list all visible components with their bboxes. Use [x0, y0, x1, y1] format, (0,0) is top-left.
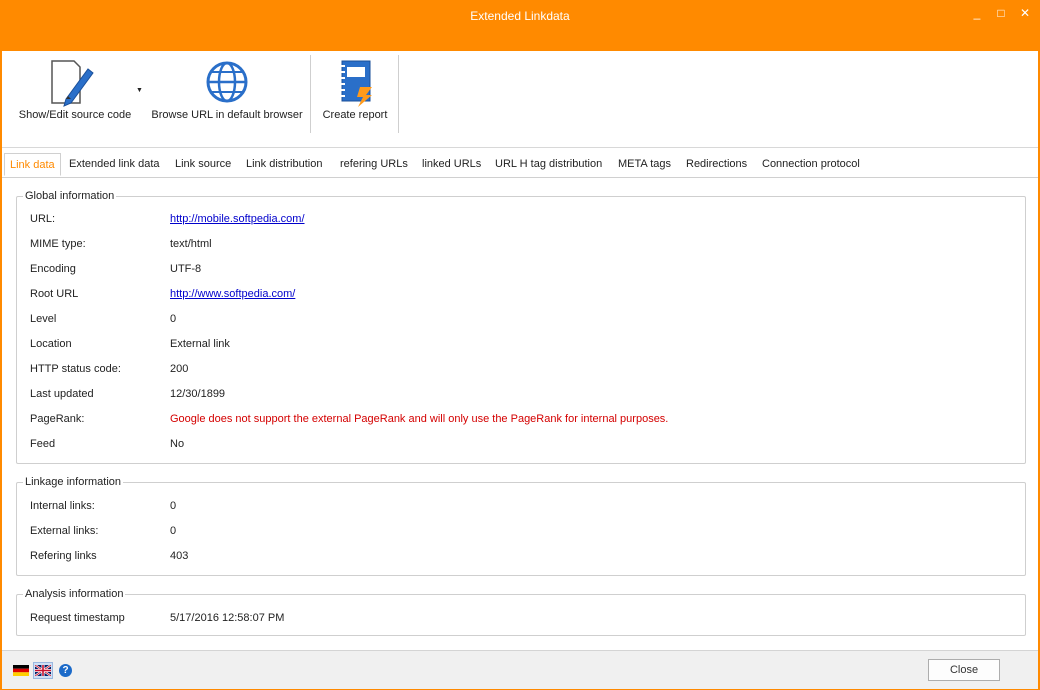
maximize-button[interactable]: □: [994, 6, 1008, 20]
create-report-label: Create report: [322, 109, 388, 121]
tab-link-source[interactable]: Link source: [175, 158, 231, 170]
row-value: 5/17/2016 12:58:07 PM: [170, 612, 285, 624]
row-key: Request timestamp: [30, 612, 125, 624]
row-key: HTTP status code:: [30, 363, 121, 375]
row-value: 0: [170, 313, 177, 325]
row-key: Level: [30, 313, 57, 325]
show-edit-source-button[interactable]: Show/Edit source code: [10, 55, 140, 135]
ribbon-toolbar: Show/Edit source code ▼ Browse URL in de…: [2, 51, 1038, 148]
tab-linked-urls[interactable]: linked URLs: [422, 158, 481, 170]
row-key: URL:: [30, 213, 56, 225]
row-value: External link: [170, 338, 230, 350]
group-title: Linkage information: [23, 476, 124, 488]
window-controls: _ □ ✕: [970, 6, 1032, 20]
row-value: 200: [170, 363, 189, 375]
uk-flag-icon[interactable]: [35, 665, 51, 676]
row-key: Refering links: [30, 550, 97, 562]
row-value: 12/30/1899: [170, 388, 226, 400]
tab-redirections[interactable]: Redirections: [686, 158, 747, 170]
tab-connection-protocol[interactable]: Connection protocol: [762, 158, 860, 170]
pagerank-warning: Google does not support the external Pag…: [170, 413, 669, 425]
tab-extended-link-data[interactable]: Extended link data: [69, 158, 160, 170]
help-icon[interactable]: ?: [59, 664, 72, 677]
row-value: 0: [170, 500, 177, 512]
tab-url-h-tag-distribution[interactable]: URL H tag distribution: [495, 158, 602, 170]
analysis-information-group: Analysis information Request timestamp 5…: [16, 588, 1026, 636]
linkage-information-group: Linkage information Internal links: 0 Ex…: [16, 476, 1026, 576]
tab-strip: Link data Extended link data Link source…: [2, 151, 1038, 178]
group-title: Global information: [23, 190, 117, 202]
footer-bar: ? Close: [2, 650, 1038, 689]
row-value: UTF-8: [170, 263, 202, 275]
group-title: Analysis information: [23, 588, 126, 600]
ribbon-separator: [398, 55, 399, 133]
row-value: text/html: [170, 238, 212, 250]
row-key: Encoding: [30, 263, 76, 275]
chevron-down-icon[interactable]: ▼: [136, 87, 143, 94]
ribbon-separator: [310, 55, 311, 133]
close-window-button[interactable]: ✕: [1018, 6, 1032, 20]
row-key: PageRank:: [30, 413, 85, 425]
row-key: Internal links:: [30, 500, 95, 512]
tab-meta-tags[interactable]: META tags: [618, 158, 671, 170]
german-flag-icon[interactable]: [13, 665, 29, 676]
tab-link-data[interactable]: Link data: [4, 153, 61, 176]
tab-link-distribution[interactable]: Link distribution: [246, 158, 322, 170]
show-edit-source-label: Show/Edit source code: [18, 109, 132, 121]
close-button[interactable]: Close: [928, 659, 1000, 681]
browse-url-label: Browse URL in default browser: [151, 109, 303, 121]
tab-refering-urls[interactable]: refering URLs: [340, 158, 408, 170]
main-window: Show/Edit source code ▼ Browse URL in de…: [2, 51, 1038, 689]
row-key: Feed: [30, 438, 56, 450]
row-key: MIME type:: [30, 238, 86, 250]
row-key: External links:: [30, 525, 99, 537]
row-key: Root URL: [30, 288, 79, 300]
edit-document-icon: [51, 60, 94, 107]
minimize-button[interactable]: _: [970, 6, 984, 20]
row-value: 0: [170, 525, 177, 537]
row-value: 403: [170, 550, 189, 562]
globe-icon: [206, 61, 248, 103]
report-notebook-icon: [339, 60, 372, 107]
global-information-group: Global information URL: http://mobile.so…: [16, 190, 1026, 464]
row-value: No: [170, 438, 185, 450]
create-report-button[interactable]: Create report: [316, 55, 394, 135]
row-key: Location: [30, 338, 72, 350]
row-key: Last updated: [30, 388, 94, 400]
root-url-link[interactable]: http://www.softpedia.com/: [170, 288, 295, 300]
browse-url-button[interactable]: Browse URL in default browser: [148, 55, 306, 135]
window-title: Extended Linkdata: [470, 9, 570, 23]
url-link[interactable]: http://mobile.softpedia.com/: [170, 213, 305, 225]
title-bar: Extended Linkdata _ □ ✕: [0, 0, 1040, 51]
